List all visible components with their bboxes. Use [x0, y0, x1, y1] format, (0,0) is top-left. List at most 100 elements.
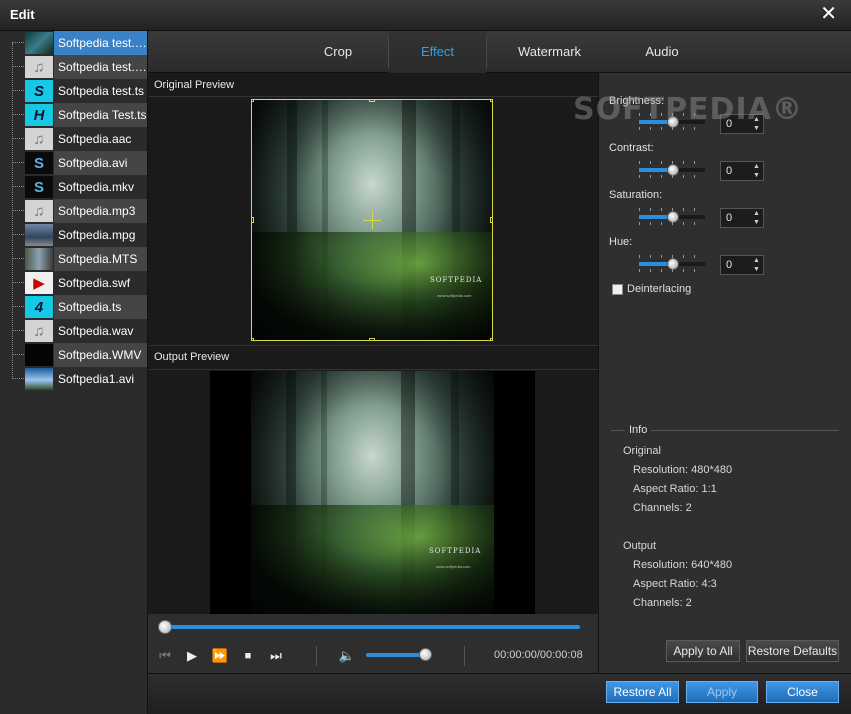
tree-branch [12, 330, 24, 331]
file-name: Softpedia test.ts [58, 84, 145, 98]
file-name: Softpedia.mkv [58, 180, 135, 194]
window-title: Edit [10, 7, 35, 22]
divider [316, 646, 317, 666]
file-name: Softpedia Test.ts [54, 103, 147, 127]
file-list-item[interactable]: Softpedia test.mp4 [0, 31, 147, 55]
playback-controls: ⏮ ▶ ⏩ ■ ⏭ 🔈 00:00:00/00:00:08 [148, 642, 598, 673]
divider [148, 345, 598, 346]
file-name: Softpedia.MTS [54, 247, 147, 271]
close-button[interactable]: Close [766, 681, 839, 703]
file-name: Softpedia.aac [58, 132, 132, 146]
skip-start-icon[interactable]: ⏮ [156, 647, 174, 665]
tree-branch [12, 42, 24, 43]
stop-icon[interactable]: ■ [239, 647, 257, 665]
file-list-item[interactable]: H Softpedia Test.ts [0, 103, 147, 127]
apply-to-all-button[interactable]: Apply to All [666, 640, 740, 662]
file-name: Softpedia.swf [58, 276, 131, 290]
file-name: Softpedia.wav [58, 324, 134, 338]
file-list-item[interactable]: Softpedia.mpg [0, 223, 147, 247]
file-list-item[interactable]: S Softpedia test.ts [0, 79, 147, 103]
crop-handle[interactable] [490, 338, 492, 340]
spin-up-icon[interactable]: ▲ [752, 257, 761, 265]
bottom-bar: Restore All Apply Close [148, 673, 851, 714]
tree-branch [12, 138, 24, 139]
spin-down-icon[interactable]: ▼ [752, 219, 761, 227]
tree-branch [12, 162, 24, 163]
file-list-item[interactable]: ♫ Softpedia.mp3 [0, 199, 147, 223]
tree-branch [12, 282, 24, 283]
hue-label: Hue: [609, 236, 633, 248]
crop-handle[interactable] [369, 100, 375, 102]
contrast-label: Contrast: [609, 142, 654, 154]
output-preview-label: Output Preview [154, 351, 230, 363]
saturation-slider[interactable] [639, 208, 705, 225]
divider [464, 646, 465, 666]
skip-end-icon[interactable]: ⏭ [267, 647, 285, 665]
tab-watermark[interactable]: Watermark [487, 31, 612, 73]
output-heading: Output [623, 540, 657, 552]
tree-branch [12, 186, 24, 187]
contrast-spinbox[interactable]: 0 ▲ ▼ [720, 161, 764, 181]
spin-up-icon[interactable]: ▲ [752, 210, 761, 218]
file-name: Softpedia.mpg [58, 228, 136, 242]
crop-handle[interactable] [252, 217, 254, 223]
file-list-item[interactable]: S Softpedia.avi [0, 151, 147, 175]
tab-audio[interactable]: Audio [612, 31, 712, 73]
saturation-label: Saturation: [609, 189, 663, 201]
tab-effect[interactable]: Effect [389, 31, 486, 73]
file-list-item[interactable]: S Softpedia.mkv [0, 175, 147, 199]
seek-bar-row [148, 614, 598, 642]
saturation-spinbox[interactable]: 0 ▲ ▼ [720, 208, 764, 228]
info-title: Info [625, 424, 652, 436]
play-icon[interactable]: ▶ [183, 647, 201, 665]
original-resolution: Resolution: 480*480 [633, 464, 733, 476]
spin-down-icon[interactable]: ▼ [752, 266, 761, 274]
file-list-item[interactable]: Softpedia.MTS [0, 247, 147, 271]
contrast-slider[interactable] [639, 161, 705, 178]
restore-all-button[interactable]: Restore All [606, 681, 679, 703]
restore-defaults-button[interactable]: Restore Defaults [746, 640, 839, 662]
softpedia-watermark: SOFTPEDIA® [573, 92, 803, 127]
hue-slider[interactable] [639, 255, 705, 272]
close-icon[interactable]: ✕ [820, 4, 837, 24]
deinterlacing-label: Deinterlacing [627, 283, 692, 295]
file-list-item[interactable]: ♫ Softpedia.wav [0, 319, 147, 343]
output-channels: Channels: 2 [633, 597, 692, 609]
hue-spinbox[interactable]: 0 ▲ ▼ [720, 255, 764, 275]
title-bar: Edit ✕ [0, 0, 851, 31]
fast-forward-icon[interactable]: ⏩ [211, 647, 229, 665]
original-preview-frame[interactable]: SOFTPEDIA www.softpedia.com [251, 99, 493, 341]
output-aspect-ratio: Aspect Ratio: 4:3 [633, 578, 717, 590]
file-list-item[interactable]: ▶ Softpedia.swf [0, 271, 147, 295]
file-list-item[interactable]: ♫Softpedia test.mp3 [0, 55, 147, 79]
crop-handle[interactable] [490, 217, 492, 223]
deinterlacing-checkbox[interactable] [612, 284, 623, 295]
original-preview-label: Original Preview [154, 79, 235, 91]
spin-down-icon[interactable]: ▼ [752, 172, 761, 180]
apply-button[interactable]: Apply [686, 681, 758, 703]
video-brand-text: SOFTPEDIA [429, 547, 482, 555]
seek-bar[interactable] [164, 625, 580, 629]
volume-knob[interactable] [419, 648, 433, 661]
video-thumbnail: S [25, 80, 53, 102]
file-list-item[interactable]: Softpedia1.avi [0, 367, 147, 391]
tree-branch [12, 114, 24, 115]
file-name: Softpedia.mp3 [54, 199, 147, 223]
spin-up-icon[interactable]: ▲ [752, 163, 761, 171]
crop-handle[interactable] [490, 100, 492, 102]
tree-branch [12, 258, 24, 259]
effect-panel: Brightness: 0 ▲ ▼ Contrast: 0 ▲ ▼ Satura… [598, 73, 851, 673]
original-channels: Channels: 2 [633, 502, 692, 514]
file-name: Softpedia1.avi [58, 372, 135, 386]
seek-knob[interactable] [158, 620, 172, 634]
crop-handle[interactable] [252, 338, 254, 340]
tab-crop[interactable]: Crop [288, 31, 388, 73]
file-list-item[interactable]: ♫ Softpedia.aac [0, 127, 147, 151]
file-list-item[interactable]: 4 Softpedia.ts [0, 295, 147, 319]
file-list-item[interactable]: Softpedia.WMV [0, 343, 147, 367]
crop-handle[interactable] [252, 100, 254, 102]
volume-icon[interactable]: 🔈 [338, 647, 356, 665]
video-thumbnail: S [25, 176, 53, 198]
crop-handle[interactable] [369, 338, 375, 340]
video-thumbnail [25, 368, 53, 390]
